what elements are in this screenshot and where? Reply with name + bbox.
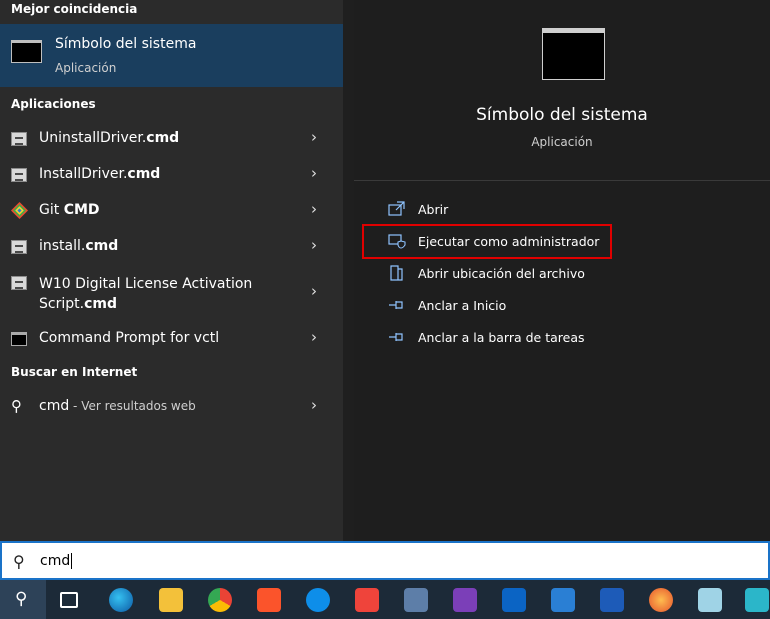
app-result-label: install.cmd (39, 238, 119, 254)
web-heading: Buscar en Internet (11, 365, 138, 379)
chevron-right-icon[interactable]: › (311, 328, 317, 346)
highlight-box (362, 224, 612, 259)
action-label: Anclar a la barra de tareas (418, 330, 585, 345)
action-open-file-location[interactable]: Abrir ubicación del archivo (380, 262, 680, 286)
file-location-icon (390, 265, 403, 281)
chevron-right-icon[interactable]: › (311, 396, 317, 414)
pin-icon (389, 301, 403, 309)
action-label: Abrir (418, 202, 449, 217)
script-file-icon (11, 132, 27, 146)
app-result-label: InstallDriver.cmd (39, 166, 161, 182)
script-file-icon (11, 168, 27, 182)
script-file-icon (11, 276, 27, 290)
results-panel: Mejor coincidencia Símbolo del sistema A… (0, 0, 343, 541)
best-match-subtitle: Aplicación (55, 61, 117, 75)
teamviewer-icon[interactable] (306, 588, 330, 612)
chevron-right-icon[interactable]: › (311, 128, 317, 146)
outlook-icon[interactable] (502, 588, 526, 612)
command-prompt-icon (11, 40, 42, 63)
chevron-right-icon[interactable]: › (311, 200, 317, 218)
onenote-icon[interactable] (453, 588, 477, 612)
app-result-installdriver[interactable]: InstallDriver.cmd › (0, 156, 343, 192)
pin-icon (389, 333, 403, 341)
best-match-title: Símbolo del sistema (55, 36, 197, 52)
search-icon: ⚲ (13, 552, 25, 571)
firefox-icon[interactable] (649, 588, 673, 612)
network-icon[interactable] (404, 588, 428, 612)
best-match-heading: Mejor coincidencia (11, 2, 138, 16)
app-result-w10-license[interactable]: W10 Digital License Activation Script.cm… (0, 264, 343, 320)
action-label: Anclar a Inicio (418, 298, 507, 313)
open-icon (388, 201, 405, 216)
git-icon (11, 202, 28, 219)
app-result-git-cmd[interactable]: Git CMD › (0, 192, 343, 228)
chevron-right-icon[interactable]: › (311, 282, 317, 300)
search-icon: ⚲ (15, 589, 28, 609)
edge-icon[interactable] (109, 588, 133, 612)
file-explorer-icon[interactable] (159, 588, 183, 612)
action-open[interactable]: Abrir (380, 198, 680, 222)
action-pin-taskbar[interactable]: Anclar a la barra de tareas (380, 326, 680, 350)
task-view-icon[interactable] (60, 592, 78, 608)
best-match-item[interactable]: Símbolo del sistema Aplicación (0, 24, 343, 87)
action-label: Abrir ubicación del archivo (418, 266, 585, 281)
app-result-label: Git CMD (39, 202, 100, 218)
taskbar: ⚲ (0, 580, 770, 619)
vpn-icon[interactable] (745, 588, 769, 612)
chrome-icon[interactable] (208, 588, 232, 612)
preview-pane: Símbolo del sistema Aplicación Abrir Eje… (354, 0, 770, 541)
app-result-uninstalldriver[interactable]: UninstallDriver.cmd › (0, 120, 343, 156)
todo-icon[interactable] (551, 588, 575, 612)
taskbar-search-button[interactable]: ⚲ (0, 580, 46, 619)
app-result-label: W10 Digital License Activation Script.cm… (39, 276, 253, 312)
web-search-label: cmd - Ver resultados web (39, 398, 196, 414)
apps-heading: Aplicaciones (11, 97, 96, 111)
preview-subtitle: Aplicación (531, 135, 593, 149)
web-search-result[interactable]: ⚲ cmd - Ver resultados web › (0, 388, 343, 424)
chevron-right-icon[interactable]: › (311, 236, 317, 254)
divider (354, 180, 770, 181)
brave-icon[interactable] (257, 588, 281, 612)
command-prompt-icon (542, 28, 605, 80)
app-result-command-prompt-vctl[interactable]: Command Prompt for vctl › (0, 320, 343, 356)
action-pin-start[interactable]: Anclar a Inicio (380, 294, 680, 318)
search-input[interactable]: cmd (40, 553, 73, 569)
search-box[interactable]: ⚲ cmd (0, 541, 770, 580)
chevron-right-icon[interactable]: › (311, 164, 317, 182)
app-result-label: UninstallDriver.cmd (39, 130, 180, 146)
script-file-icon (11, 240, 27, 254)
anydesk-icon[interactable] (355, 588, 379, 612)
app-result-label: Command Prompt for vctl (39, 330, 220, 346)
app-result-install[interactable]: install.cmd › (0, 228, 343, 264)
command-prompt-icon (11, 332, 27, 346)
search-icon: ⚲ (11, 397, 22, 415)
preview-panel: Símbolo del sistema Aplicación Abrir Eje… (343, 0, 770, 541)
preview-title: Símbolo del sistema (476, 105, 648, 125)
word-icon[interactable] (600, 588, 624, 612)
notepad-icon[interactable] (698, 588, 722, 612)
